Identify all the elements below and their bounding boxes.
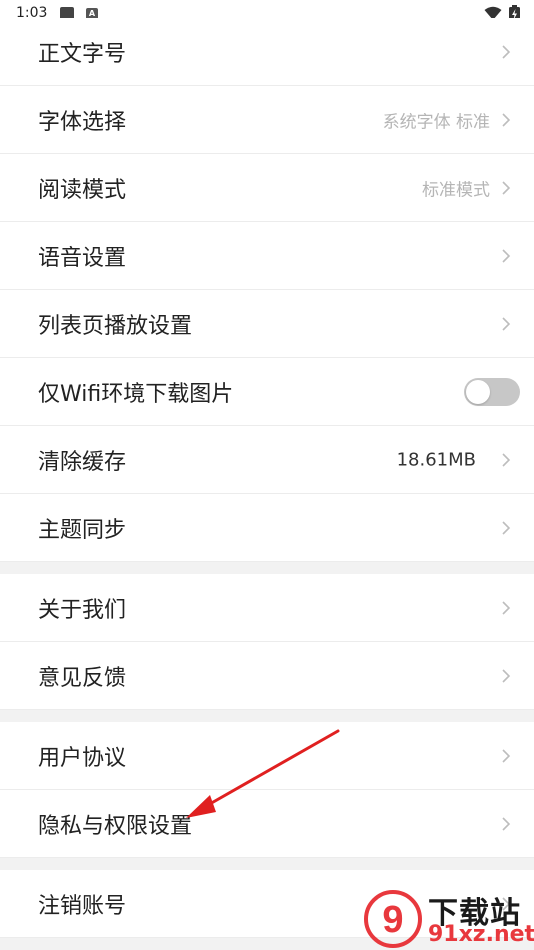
setting-label: 主题同步 [38, 517, 127, 543]
chevron-right-icon [502, 816, 511, 831]
setting-label: 注销账号 [38, 893, 127, 919]
wifi-images-toggle[interactable] [464, 377, 520, 406]
setting-label: 清除缓存 [38, 449, 127, 475]
setting-font-size[interactable]: 正文字号 [0, 18, 534, 86]
setting-value: 系统字体 标准 [382, 112, 490, 132]
chevron-right-icon [502, 600, 511, 615]
section-divider [0, 858, 534, 870]
setting-label: 关于我们 [38, 597, 127, 623]
setting-label: 意见反馈 [38, 665, 127, 691]
setting-list-playback[interactable]: 列表页播放设置 [0, 290, 534, 358]
section-divider [0, 562, 534, 574]
chevron-right-icon [502, 452, 511, 467]
setting-value: 标准模式 [422, 180, 490, 200]
setting-label: 隐私与权限设置 [38, 813, 193, 839]
chevron-right-icon [502, 520, 511, 535]
cache-size: 18.61MB [396, 449, 476, 470]
chevron-right-icon [502, 668, 511, 683]
watermark-url: 91xz.net [428, 922, 534, 947]
setting-label: 阅读模式 [38, 177, 127, 203]
chevron-right-icon [502, 748, 511, 763]
setting-font-choice[interactable]: 字体选择 系统字体 标准 [0, 86, 534, 154]
setting-label: 列表页播放设置 [38, 313, 193, 339]
setting-label: 仅Wifi环境下载图片 [38, 381, 234, 407]
toggle-knob [466, 379, 490, 404]
setting-label: 用户协议 [38, 745, 127, 771]
section-divider [0, 710, 534, 722]
setting-wifi-images: 仅Wifi环境下载图片 [0, 358, 534, 426]
setting-label: 语音设置 [38, 245, 127, 271]
setting-theme-sync[interactable]: 主题同步 [0, 494, 534, 562]
setting-voice[interactable]: 语音设置 [0, 222, 534, 290]
setting-label: 字体选择 [38, 109, 127, 135]
watermark-logo-icon: 9 [364, 890, 422, 948]
watermark: 9 下载站 91xz.net [360, 886, 534, 950]
setting-user-agreement[interactable]: 用户协议 [0, 722, 534, 790]
chevron-right-icon [502, 180, 511, 195]
watermark-logo-glyph: 9 [382, 899, 403, 941]
chevron-right-icon [502, 112, 511, 127]
settings-list: 正文字号 字体选择 系统字体 标准 阅读模式 标准模式 语音设置 列表页播放设置… [0, 18, 534, 938]
chevron-right-icon [502, 44, 511, 59]
chevron-right-icon [502, 316, 511, 331]
setting-privacy-permissions[interactable]: 隐私与权限设置 [0, 790, 534, 858]
setting-about-us[interactable]: 关于我们 [0, 574, 534, 642]
setting-feedback[interactable]: 意见反馈 [0, 642, 534, 710]
setting-reading-mode[interactable]: 阅读模式 标准模式 [0, 154, 534, 222]
setting-clear-cache[interactable]: 清除缓存 18.61MB [0, 426, 534, 494]
chevron-right-icon [502, 248, 511, 263]
setting-label: 正文字号 [38, 41, 127, 67]
